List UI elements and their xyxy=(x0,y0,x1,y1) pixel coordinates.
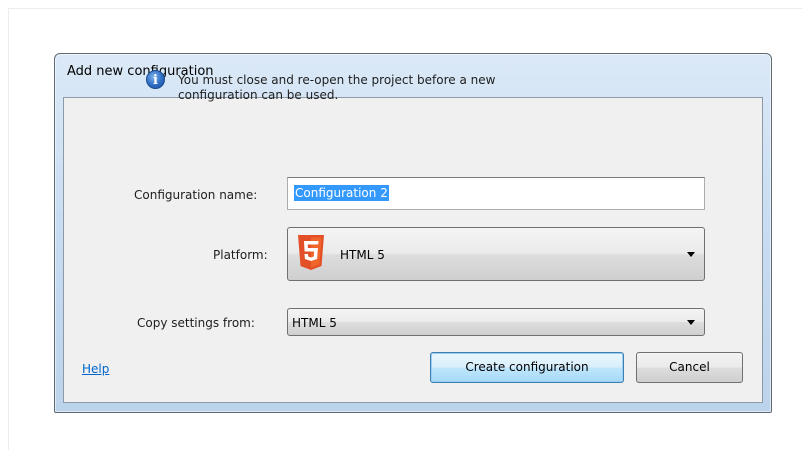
cancel-button[interactable]: Cancel xyxy=(636,352,743,383)
html5-logo-icon xyxy=(298,235,324,270)
info-text-line-2: configuration can be used. xyxy=(178,88,339,102)
create-configuration-label: Create configuration xyxy=(465,360,589,374)
copy-settings-label: Copy settings from: xyxy=(137,316,255,330)
info-icon: i xyxy=(146,70,165,89)
configuration-name-value: Configuration 2 xyxy=(294,185,389,201)
platform-label: Platform: xyxy=(213,248,268,262)
platform-value: HTML 5 xyxy=(340,248,385,262)
platform-select[interactable]: HTML 5 xyxy=(287,227,705,281)
cancel-label: Cancel xyxy=(669,360,710,374)
info-text-line-1: You must close and re-open the project b… xyxy=(178,73,496,87)
help-link[interactable]: Help xyxy=(82,362,109,376)
chevron-down-icon xyxy=(687,320,695,325)
copy-settings-value: HTML 5 xyxy=(292,316,337,330)
create-configuration-button[interactable]: Create configuration xyxy=(430,352,624,383)
configuration-name-input[interactable]: Configuration 2 xyxy=(287,177,705,210)
info-text: You must close and re-open the project b… xyxy=(178,73,598,103)
copy-settings-select[interactable]: HTML 5 xyxy=(287,308,705,336)
configuration-name-label: Configuration name: xyxy=(134,188,258,202)
chevron-down-icon xyxy=(687,252,695,257)
